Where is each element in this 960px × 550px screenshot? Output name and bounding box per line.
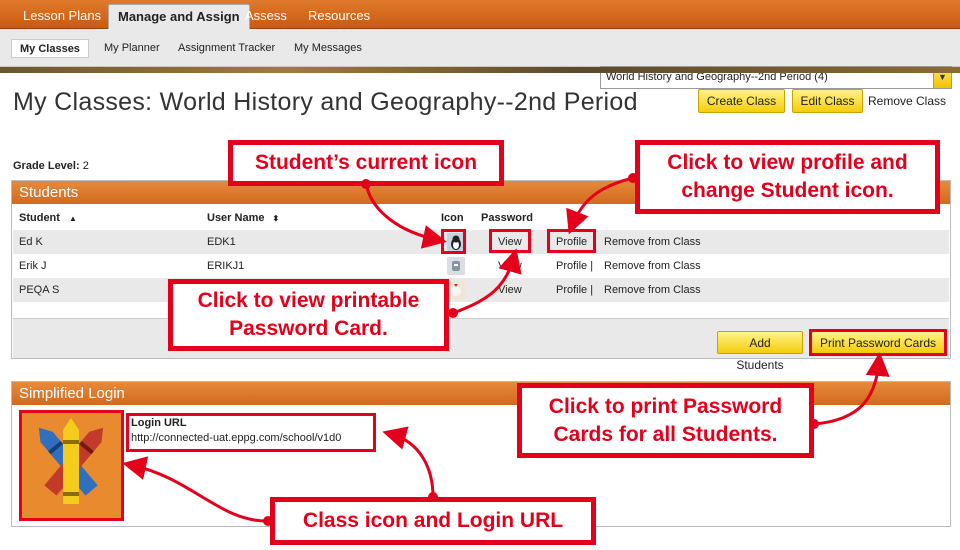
- arrow-print: [813, 352, 890, 426]
- callout-arrows: [122, 173, 890, 526]
- arrow-login-url: [382, 426, 435, 498]
- arrow-password: [452, 248, 522, 315]
- screen: Lesson Plans Manage and Assign Assess Re…: [0, 0, 960, 550]
- arrow-current-icon: [364, 183, 447, 249]
- arrow-class-icon: [122, 456, 269, 523]
- arrow-profile: [566, 176, 634, 235]
